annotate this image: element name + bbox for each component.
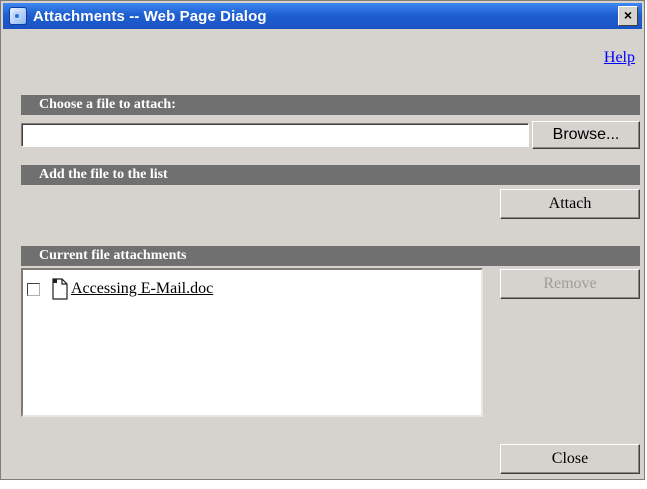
- browse-button[interactable]: Browse...: [532, 121, 640, 149]
- remove-button[interactable]: Remove: [500, 269, 640, 299]
- close-icon[interactable]: ×: [618, 6, 638, 26]
- list-item: Accessing E-Mail.doc: [27, 278, 213, 300]
- attachment-checkbox[interactable]: [27, 282, 40, 296]
- close-button[interactable]: Close: [500, 444, 640, 474]
- attach-button[interactable]: Attach: [500, 189, 640, 219]
- attachments-dialog: Attachments -- Web Page Dialog × Help Ch…: [0, 0, 645, 480]
- attachment-file-link[interactable]: Accessing E-Mail.doc: [71, 280, 213, 298]
- web-dialog-icon: [9, 7, 27, 25]
- document-icon: [51, 278, 69, 300]
- title-bar[interactable]: Attachments -- Web Page Dialog ×: [3, 3, 642, 29]
- current-attachments-header: Current file attachments: [21, 246, 640, 266]
- choose-file-header: Choose a file to attach:: [21, 95, 640, 115]
- file-path-input[interactable]: [21, 123, 529, 147]
- help-link[interactable]: Help: [604, 49, 635, 67]
- window-title: Attachments -- Web Page Dialog: [33, 7, 267, 25]
- attachments-list[interactable]: Accessing E-Mail.doc: [21, 268, 483, 417]
- add-file-header: Add the file to the list: [21, 165, 640, 185]
